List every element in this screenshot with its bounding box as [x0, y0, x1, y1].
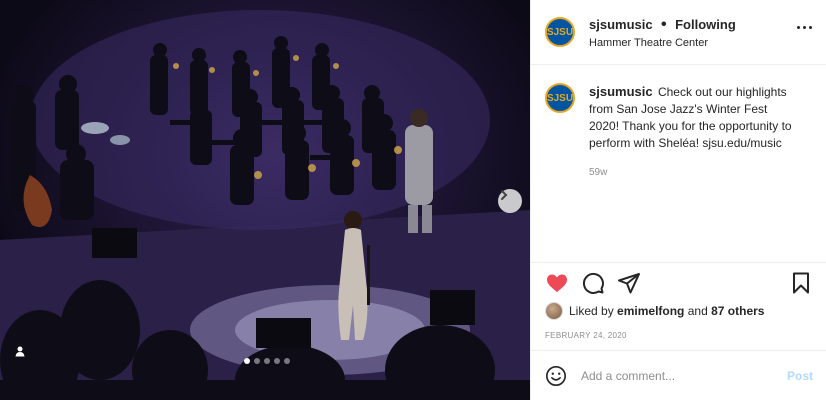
header-text: sjsumusic • Following Hammer Theatre Cen…	[589, 16, 736, 49]
concert-photo-illustration	[0, 10, 530, 400]
carousel-dot	[274, 358, 280, 364]
avatar[interactable]: SJSU	[545, 17, 575, 47]
post-header: SJSU sjsumusic • Following Hammer Theatr…	[531, 0, 826, 65]
liker-avatar[interactable]	[545, 302, 563, 320]
more-options-button[interactable]	[797, 26, 812, 29]
post-side-panel: SJSU sjsumusic • Following Hammer Theatr…	[530, 0, 826, 400]
carousel-dot	[264, 358, 270, 364]
like-button[interactable]	[545, 271, 569, 295]
liked-by-prefix: Liked by	[569, 304, 614, 318]
more-icon-dot	[803, 26, 806, 29]
caption-avatar[interactable]: SJSU	[545, 83, 575, 113]
likes-count-link[interactable]: 87 others	[711, 304, 764, 318]
emoji-button[interactable]	[545, 365, 567, 387]
post-photo[interactable]	[0, 0, 530, 400]
save-button[interactable]	[789, 271, 813, 295]
location-link[interactable]: Hammer Theatre Center	[589, 37, 736, 49]
share-icon	[618, 272, 640, 293]
carousel-dot-active	[244, 358, 250, 364]
likes-summary: Liked by emimelfong and 87 others	[545, 302, 764, 320]
emoji-icon	[546, 365, 566, 386]
post-age[interactable]: 59w	[589, 164, 799, 181]
share-button[interactable]	[617, 271, 641, 295]
caption: SJSU sjsumusic Check out our highlights …	[531, 65, 826, 181]
caption-username-link[interactable]: sjsumusic	[589, 84, 653, 99]
avatar-logo-text: SJSU	[546, 92, 574, 104]
more-icon	[797, 26, 800, 29]
carousel-next-button[interactable]	[498, 189, 522, 213]
liked-by-user-link[interactable]: emimelfong	[617, 304, 684, 318]
post-date[interactable]: FEBRUARY 24, 2020	[545, 331, 627, 340]
comment-icon	[582, 272, 604, 294]
carousel-indicator	[244, 358, 290, 364]
bookmark-icon	[793, 272, 809, 293]
liked-by-and: and	[687, 304, 708, 318]
heart-icon	[547, 274, 567, 292]
avatar-logo-text: SJSU	[546, 26, 574, 38]
carousel-dot	[254, 358, 260, 364]
caption-text-block: sjsumusic Check out our highlights from …	[589, 83, 799, 181]
user-tag-icon	[15, 346, 25, 357]
comment-button[interactable]	[581, 271, 605, 295]
carousel-dot	[284, 358, 290, 364]
comment-bar: Post	[531, 350, 826, 400]
user-tag-button[interactable]	[14, 345, 32, 363]
action-bar	[531, 262, 826, 302]
chevron-right-icon	[501, 190, 508, 200]
comment-input[interactable]	[581, 368, 771, 383]
separator-dot: •	[661, 15, 667, 33]
post-comment-button[interactable]: Post	[787, 369, 813, 383]
following-button[interactable]: Following	[675, 17, 736, 32]
username-link[interactable]: sjsumusic	[589, 17, 653, 32]
more-icon-dot	[809, 26, 812, 29]
